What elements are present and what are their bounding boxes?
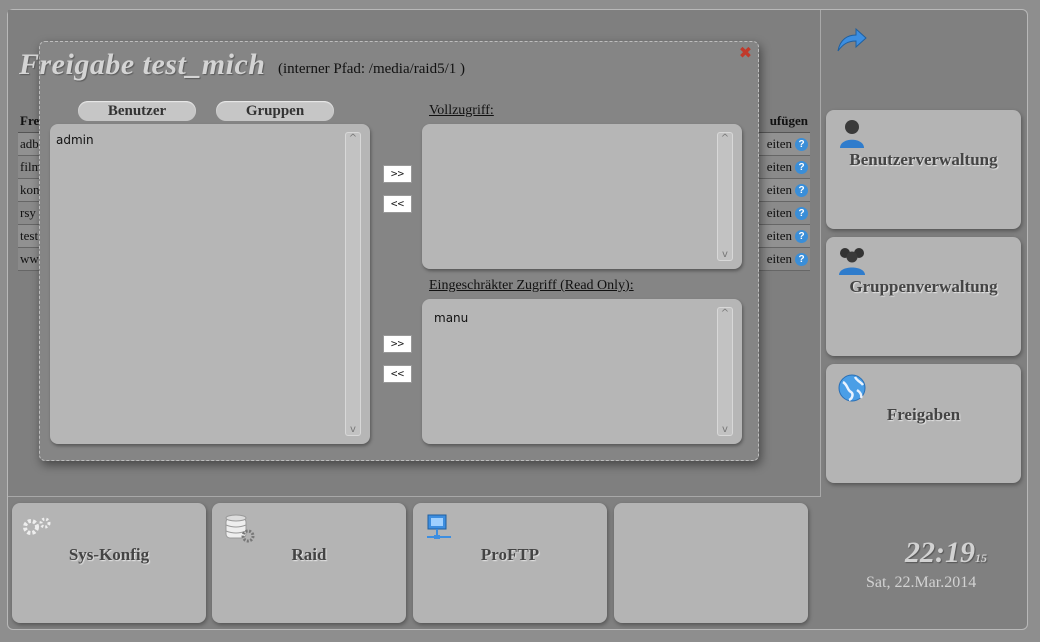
tile-sys-konfig[interactable]: Sys-Konfig	[12, 503, 206, 623]
edit-link[interactable]: eiten?	[767, 251, 808, 267]
full-access-list[interactable]: ^ v	[422, 124, 742, 269]
group-icon	[839, 248, 865, 275]
tile-label: Sys-Konfig	[68, 545, 150, 564]
tile-raid[interactable]: Raid	[212, 503, 406, 623]
database-icon	[225, 514, 255, 543]
tile-label: ProFTP	[480, 545, 540, 564]
add-full-access-button[interactable]: >>	[383, 165, 412, 183]
clock-time: 22:1915	[905, 536, 987, 570]
user-icon	[840, 120, 864, 148]
edit-text[interactable]: eiten	[767, 159, 792, 174]
clock-seconds: 15	[975, 551, 987, 565]
share-name: ww	[20, 251, 39, 266]
list-item[interactable]: admin	[56, 132, 94, 148]
dialog-title: Freigabe test_mich	[19, 48, 266, 81]
scroll-up-icon[interactable]: ^	[346, 133, 360, 144]
scroll-up-icon[interactable]: ^	[718, 133, 732, 144]
readonly-items: manu	[434, 310, 468, 326]
edit-text[interactable]: eiten	[767, 182, 792, 197]
tile-label: Gruppenverwaltung	[849, 277, 998, 296]
tab-benutzer[interactable]: Benutzer	[78, 101, 196, 121]
edit-link[interactable]: eiten?	[767, 182, 808, 198]
edit-link[interactable]: eiten?	[767, 205, 808, 221]
share-name: kon	[20, 182, 40, 197]
tile-benutzerverwaltung[interactable]: Benutzerverwaltung	[826, 110, 1021, 229]
scroll-down-icon[interactable]: v	[718, 249, 732, 260]
help-icon[interactable]: ?	[795, 207, 808, 220]
available-users-list[interactable]: admin ^ v	[50, 124, 370, 444]
edit-text[interactable]: eiten	[767, 136, 792, 151]
tile-gruppenverwaltung[interactable]: Gruppenverwaltung	[826, 237, 1021, 356]
help-icon[interactable]: ?	[795, 184, 808, 197]
close-icon[interactable]: ✖	[737, 44, 754, 61]
help-icon[interactable]: ?	[795, 138, 808, 151]
remove-full-access-button[interactable]: <<	[383, 195, 412, 213]
available-items: admin	[56, 132, 94, 148]
help-icon[interactable]: ?	[795, 230, 808, 243]
scroll-up-icon[interactable]: ^	[718, 308, 732, 319]
tile-empty[interactable]	[614, 503, 808, 623]
scrollbar[interactable]: ^ v	[345, 132, 361, 436]
edit-text[interactable]: eiten	[767, 251, 792, 266]
scroll-down-icon[interactable]: v	[718, 424, 732, 435]
tile-freigaben[interactable]: Freigaben	[826, 364, 1021, 483]
tile-label: Freigaben	[886, 405, 961, 424]
clock-hhmm: 22:19	[905, 536, 975, 569]
full-access-label: Vollzugriff:	[429, 103, 494, 118]
tile-label: Benutzerverwaltung	[849, 150, 998, 169]
share-name: rsy	[20, 205, 36, 220]
add-readonly-button[interactable]: >>	[383, 335, 412, 353]
clock-date: Sat, 22.Mar.2014	[866, 574, 977, 591]
remove-readonly-button[interactable]: <<	[383, 365, 412, 383]
tile-proftp[interactable]: ProFTP	[413, 503, 607, 623]
scrollbar[interactable]: ^ v	[717, 307, 733, 436]
globe-icon	[838, 374, 866, 402]
header-left: Fre	[20, 113, 40, 128]
edit-text[interactable]: eiten	[767, 205, 792, 220]
header-add-link[interactable]: ufügen	[770, 113, 808, 129]
help-icon[interactable]: ?	[795, 161, 808, 174]
share-name: adb	[20, 136, 39, 151]
edit-link[interactable]: eiten?	[767, 228, 808, 244]
edit-link[interactable]: eiten?	[767, 136, 808, 152]
tab-gruppen[interactable]: Gruppen	[216, 101, 334, 121]
readonly-label: Eingeschräkter Zugriff (Read Only):	[429, 278, 634, 293]
scrollbar[interactable]: ^ v	[717, 132, 733, 261]
help-icon[interactable]: ?	[795, 253, 808, 266]
gears-icon	[23, 517, 51, 535]
arrow-back-icon[interactable]	[836, 27, 868, 53]
list-item[interactable]: manu	[434, 310, 468, 326]
network-icon	[427, 514, 451, 539]
dialog-subtitle: (interner Pfad: /media/raid5/1 )	[278, 61, 466, 77]
edit-text[interactable]: eiten	[767, 228, 792, 243]
scroll-down-icon[interactable]: v	[346, 424, 360, 435]
share-name: test	[20, 228, 39, 243]
readonly-list[interactable]: manu ^ v	[422, 299, 742, 444]
tile-label: Raid	[291, 545, 327, 564]
edit-link[interactable]: eiten?	[767, 159, 808, 175]
